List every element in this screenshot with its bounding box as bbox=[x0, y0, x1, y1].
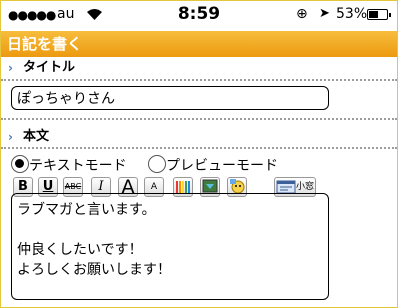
divider bbox=[1, 79, 397, 81]
battery-level bbox=[369, 11, 378, 18]
battery-icon bbox=[367, 9, 391, 20]
title-section-label: タイトル bbox=[23, 60, 76, 75]
page-title: 日記を書く bbox=[1, 31, 397, 57]
title-input[interactable] bbox=[11, 86, 329, 110]
divider bbox=[1, 147, 397, 149]
emoji-graphic bbox=[230, 179, 245, 194]
image-insert-graphic bbox=[202, 179, 218, 193]
status-bar: ●●●●● au 8:59 ⊕ ➤ 53% bbox=[1, 1, 397, 31]
body-text-line: よろしくお願いします！ bbox=[17, 262, 171, 278]
text-mode-label[interactable]: テキストモード bbox=[29, 155, 127, 175]
battery-percent: 53% bbox=[336, 6, 368, 22]
body-text-line: 仲良くしたいです！ bbox=[17, 242, 143, 258]
screen: ●●●●● au 8:59 ⊕ ➤ 53% 日記を書く › タイトル › 本文 … bbox=[0, 0, 398, 308]
body-text-line bbox=[17, 220, 323, 240]
body-section-label: 本文 bbox=[23, 129, 50, 144]
preview-mode-label[interactable]: プレビューモード bbox=[166, 155, 278, 175]
chevron-right-icon: › bbox=[8, 130, 13, 144]
text-mode-radio[interactable] bbox=[11, 155, 29, 173]
window-icon bbox=[276, 180, 296, 194]
small-window-label: 小窓 bbox=[295, 182, 314, 192]
orientation-lock-icon: ⊕ bbox=[296, 6, 308, 22]
mode-selector: テキストモード プレビューモード bbox=[1, 154, 397, 176]
battery-tip bbox=[389, 13, 391, 17]
title-section-header: › タイトル bbox=[1, 59, 397, 77]
color-palette-graphic bbox=[176, 181, 190, 193]
body-section-header: › 本文 bbox=[1, 128, 397, 146]
preview-mode-radio[interactable] bbox=[148, 155, 166, 173]
body-text-line: ラブマガと言います。 bbox=[17, 202, 156, 218]
chevron-right-icon: › bbox=[8, 61, 13, 75]
location-icon: ➤ bbox=[319, 6, 330, 21]
body-textarea[interactable]: ラブマガと言います。 仲良くしたいです！ よろしくお願いします！ bbox=[11, 193, 329, 300]
divider bbox=[1, 118, 397, 120]
